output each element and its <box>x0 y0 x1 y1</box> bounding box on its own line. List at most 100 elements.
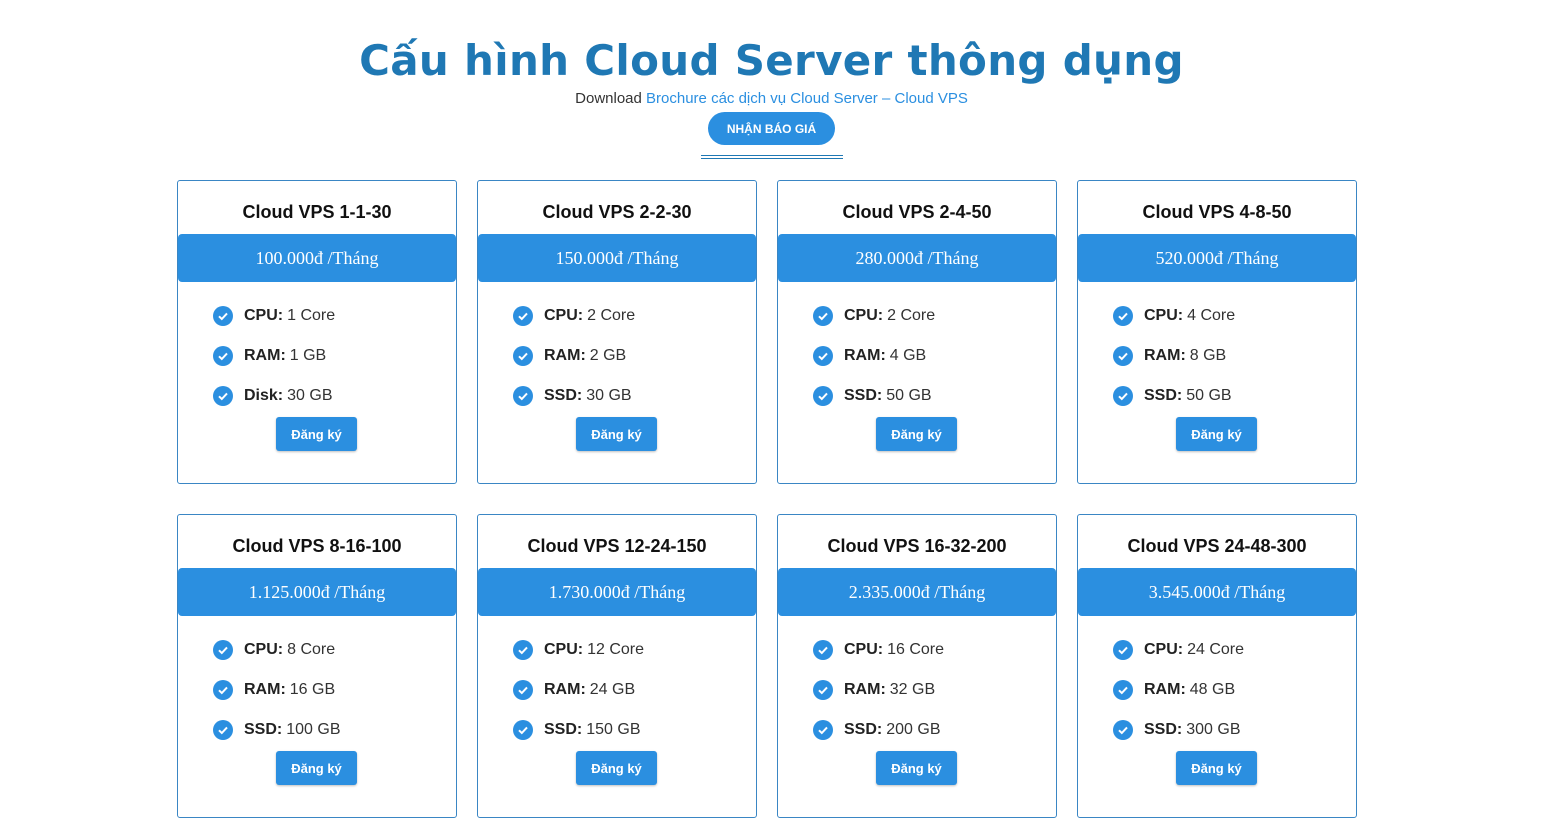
spec-value: 2 GB <box>589 347 627 364</box>
spec-value: 24 Core <box>1187 641 1245 658</box>
register-button[interactable]: Đăng ký <box>276 751 357 785</box>
plan-name: Cloud VPS 2-2-30 <box>542 202 692 222</box>
title-divider <box>701 155 843 159</box>
spec-value: 200 GB <box>886 721 941 738</box>
spec-list: CPU: 4 Core RAM: 8 GB SSD: 50 GB <box>1113 296 1235 416</box>
check-circle-icon <box>513 720 533 740</box>
register-button[interactable]: Đăng ký <box>1176 751 1257 785</box>
check-circle-icon <box>813 720 833 740</box>
spec-item: SSD: 150 GB <box>513 710 644 750</box>
subtitle: Download Brochure các dịch vụ Cloud Serv… <box>0 90 1543 107</box>
register-button[interactable]: Đăng ký <box>276 417 357 451</box>
check-circle-icon <box>1113 640 1133 660</box>
get-quote-button[interactable]: NHẬN BÁO GIÁ <box>708 112 835 145</box>
spec-key: SSD: <box>844 721 883 738</box>
spec-key: RAM: <box>544 347 586 364</box>
check-circle-icon <box>213 346 233 366</box>
plan-card: Cloud VPS 12-24-150 1.730.000đ /Tháng CP… <box>477 514 757 818</box>
spec-item: SSD: 300 GB <box>1113 710 1244 750</box>
spec-value: 2 Core <box>887 307 936 324</box>
check-circle-icon <box>213 680 233 700</box>
check-circle-icon <box>513 640 533 660</box>
spec-value: 30 GB <box>586 387 632 404</box>
spec-item: RAM: 16 GB <box>213 670 341 710</box>
spec-item: RAM: 24 GB <box>513 670 644 710</box>
spec-item: SSD: 30 GB <box>513 376 635 416</box>
spec-item: RAM: 2 GB <box>513 336 635 376</box>
plan-name: Cloud VPS 4-8-50 <box>1142 202 1292 222</box>
spec-key: SSD: <box>1144 721 1183 738</box>
spec-item: CPU: 4 Core <box>1113 296 1235 336</box>
spec-value: 2 Core <box>587 307 636 324</box>
spec-value: 1 Core <box>287 307 336 324</box>
register-button[interactable]: Đăng ký <box>1176 417 1257 451</box>
spec-key: CPU: <box>1144 641 1184 658</box>
check-circle-icon <box>513 306 533 326</box>
plan-price: 150.000đ /Tháng <box>478 234 756 282</box>
plan-price: 1.730.000đ /Tháng <box>478 568 756 616</box>
check-circle-icon <box>1113 346 1133 366</box>
spec-value: 4 Core <box>1187 307 1236 324</box>
spec-list: CPU: 16 Core RAM: 32 GB SSD: 200 GB <box>813 630 944 750</box>
check-circle-icon <box>513 680 533 700</box>
spec-key: CPU: <box>244 641 284 658</box>
check-circle-icon <box>213 720 233 740</box>
spec-key: CPU: <box>844 307 884 324</box>
plan-price: 1.125.000đ /Tháng <box>178 568 456 616</box>
spec-key: SSD: <box>844 387 883 404</box>
register-button[interactable]: Đăng ký <box>576 417 657 451</box>
spec-key: Disk: <box>244 387 284 404</box>
spec-item: CPU: 24 Core <box>1113 630 1244 670</box>
check-circle-icon <box>1113 680 1133 700</box>
check-circle-icon <box>213 306 233 326</box>
spec-value: 300 GB <box>1186 721 1241 738</box>
spec-key: SSD: <box>544 387 583 404</box>
spec-item: RAM: 48 GB <box>1113 670 1244 710</box>
spec-value: 30 GB <box>287 387 333 404</box>
spec-key: CPU: <box>1144 307 1184 324</box>
spec-key: RAM: <box>244 681 286 698</box>
spec-list: CPU: 2 Core RAM: 2 GB SSD: 30 GB <box>513 296 635 416</box>
spec-item: RAM: 32 GB <box>813 670 944 710</box>
check-circle-icon <box>513 346 533 366</box>
spec-value: 32 GB <box>889 681 936 698</box>
spec-key: SSD: <box>544 721 583 738</box>
spec-list: CPU: 1 Core RAM: 1 GB Disk: 30 GB <box>213 296 335 416</box>
register-button[interactable]: Đăng ký <box>576 751 657 785</box>
plan-price: 100.000đ /Tháng <box>178 234 456 282</box>
register-button[interactable]: Đăng ký <box>876 417 957 451</box>
check-circle-icon <box>813 680 833 700</box>
check-circle-icon <box>213 640 233 660</box>
spec-key: SSD: <box>244 721 283 738</box>
plan-price: 280.000đ /Tháng <box>778 234 1056 282</box>
spec-key: CPU: <box>844 641 884 658</box>
spec-value: 16 Core <box>887 641 945 658</box>
spec-item: CPU: 8 Core <box>213 630 341 670</box>
spec-key: RAM: <box>1144 347 1186 364</box>
plan-card: Cloud VPS 8-16-100 1.125.000đ /Tháng CPU… <box>177 514 457 818</box>
check-circle-icon <box>513 386 533 406</box>
check-circle-icon <box>1113 386 1133 406</box>
register-button[interactable]: Đăng ký <box>876 751 957 785</box>
spec-item: CPU: 1 Core <box>213 296 335 336</box>
spec-list: CPU: 12 Core RAM: 24 GB SSD: 150 GB <box>513 630 644 750</box>
spec-key: SSD: <box>1144 387 1183 404</box>
spec-item: CPU: 16 Core <box>813 630 944 670</box>
brochure-link[interactable]: Brochure các dịch vụ Cloud Server – Clou… <box>646 90 968 107</box>
plan-price: 520.000đ /Tháng <box>1078 234 1356 282</box>
spec-item: RAM: 4 GB <box>813 336 935 376</box>
spec-item: RAM: 8 GB <box>1113 336 1235 376</box>
spec-item: SSD: 50 GB <box>813 376 935 416</box>
spec-value: 50 GB <box>886 387 932 404</box>
spec-value: 16 GB <box>289 681 336 698</box>
spec-key: RAM: <box>1144 681 1186 698</box>
spec-value: 50 GB <box>1186 387 1232 404</box>
spec-list: CPU: 8 Core RAM: 16 GB SSD: 100 GB <box>213 630 341 750</box>
check-circle-icon <box>813 640 833 660</box>
check-circle-icon <box>813 306 833 326</box>
spec-value: 12 Core <box>587 641 645 658</box>
check-circle-icon <box>1113 720 1133 740</box>
spec-item: CPU: 12 Core <box>513 630 644 670</box>
check-circle-icon <box>813 346 833 366</box>
spec-key: RAM: <box>844 347 886 364</box>
